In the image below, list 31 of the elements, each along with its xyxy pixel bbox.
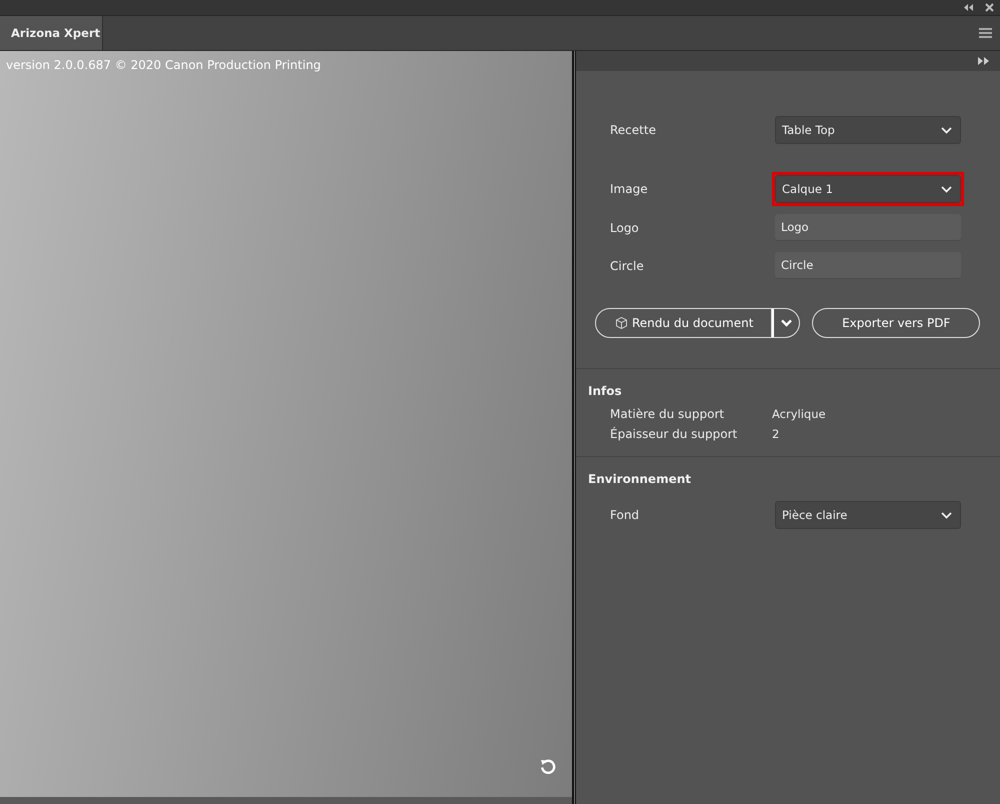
field-label: Recette — [610, 123, 657, 137]
dropdown[interactable]: Calque 1 — [775, 175, 961, 203]
chevron-down-icon — [941, 126, 952, 134]
input-field[interactable]: Circle — [775, 252, 961, 279]
section-heading: Infos — [588, 384, 623, 398]
field-label: Fond — [610, 508, 640, 522]
export-pdf-button[interactable]: Exporter vers PDF — [812, 308, 980, 338]
info-value: Acrylique — [772, 407, 826, 421]
rotate-icon[interactable] — [540, 759, 556, 775]
close-icon[interactable] — [985, 3, 994, 12]
cube-icon — [616, 317, 627, 329]
chevron-down-icon — [781, 319, 792, 327]
field-label: Logo — [610, 220, 640, 234]
section-heading: Environnement — [588, 472, 692, 486]
chevron-down-icon — [941, 186, 952, 192]
collapse-icon[interactable] — [964, 4, 973, 11]
panel-tab[interactable]: Arizona Xpert — [0, 16, 103, 50]
chevron-down-icon — [941, 512, 952, 518]
field-label: Image — [610, 182, 649, 196]
input-field[interactable]: Logo — [775, 214, 961, 241]
info-label: Matière du support — [610, 407, 726, 421]
info-label: Épaisseur du support — [610, 427, 738, 441]
render-button[interactable]: Rendu du document — [595, 308, 772, 338]
dropdown[interactable]: Pièce claire — [775, 501, 961, 529]
dropdown[interactable]: Table Top — [775, 116, 961, 144]
expand-icon[interactable] — [978, 57, 989, 65]
render-options-button[interactable] — [772, 308, 800, 338]
menu-icon[interactable] — [979, 28, 992, 38]
info-value: 2 — [772, 427, 780, 441]
field-label: Circle — [610, 258, 645, 272]
version-text: version 2.0.0.687 © 2020 Canon Production Printing — [5, 57, 322, 74]
